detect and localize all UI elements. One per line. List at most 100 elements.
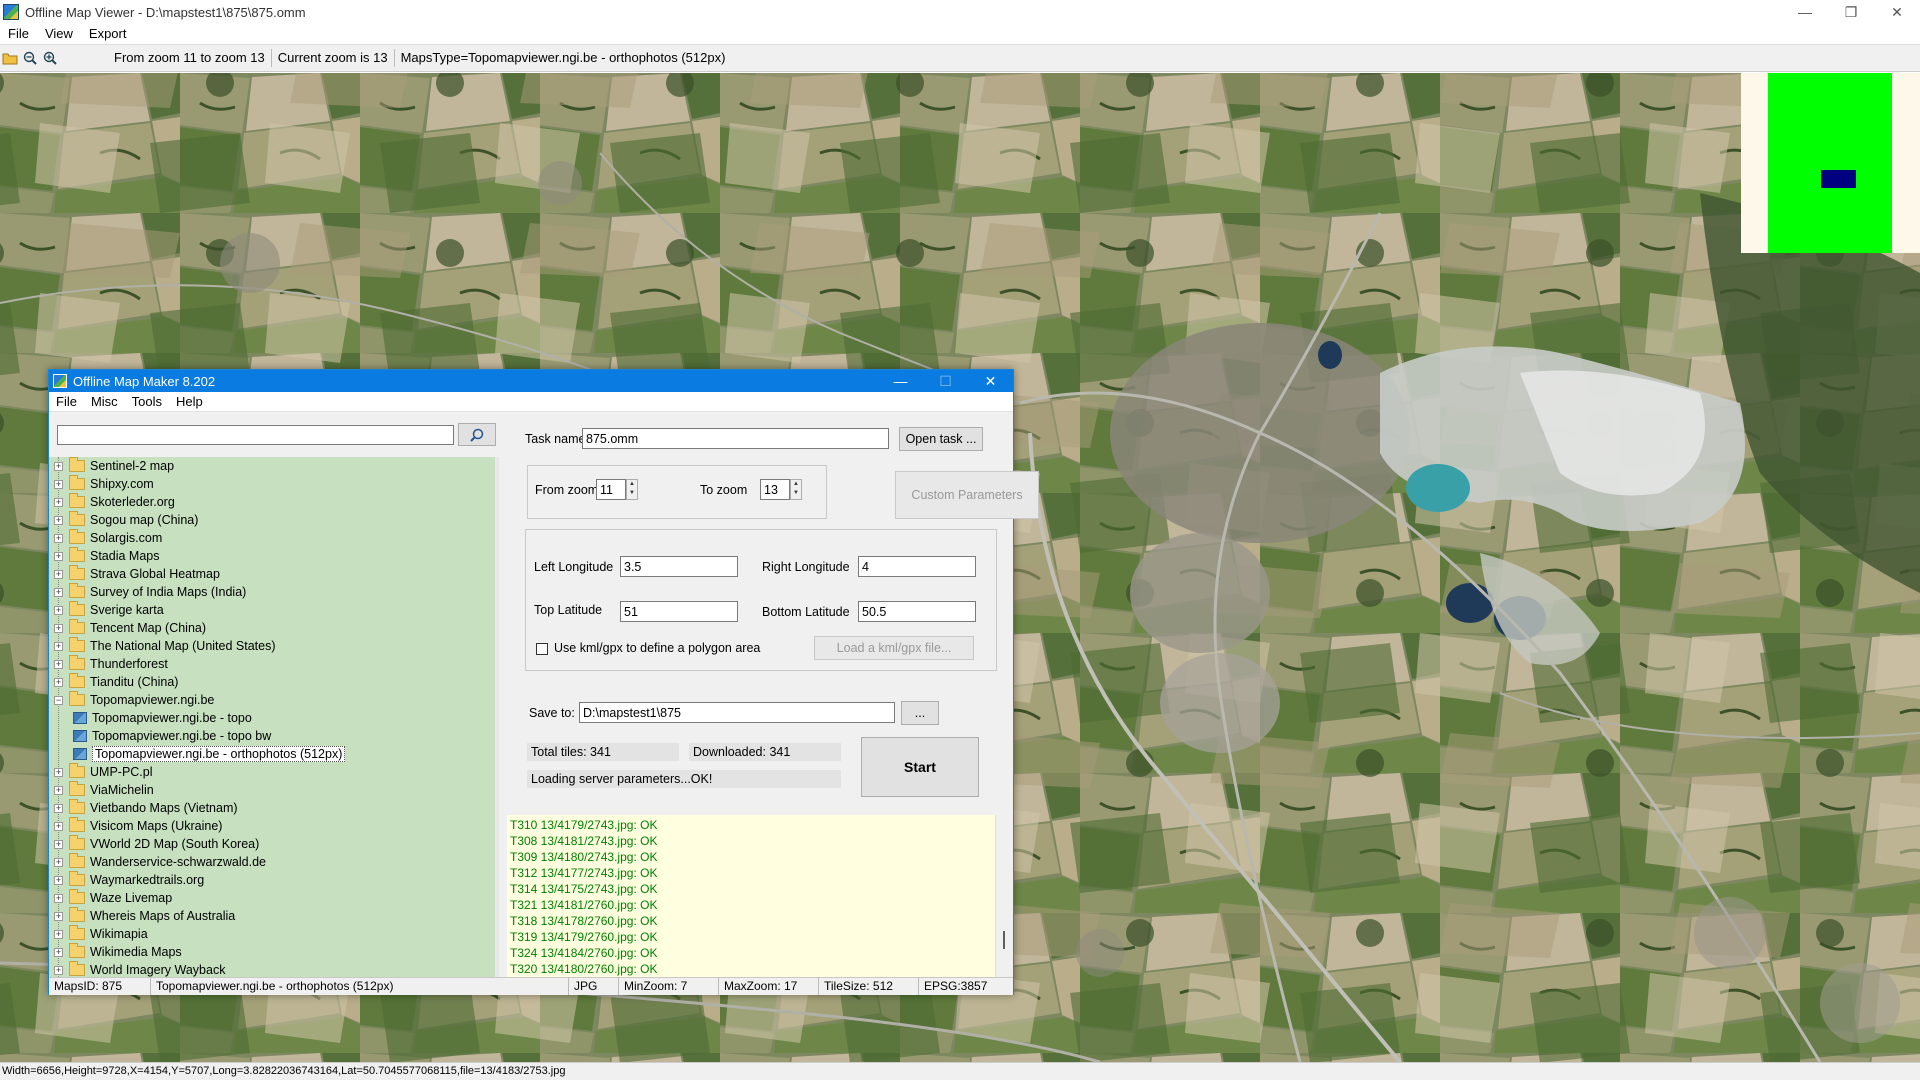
zoom-in-icon[interactable] — [40, 48, 60, 68]
dialog-menu-misc[interactable]: Misc — [84, 394, 125, 409]
dialog-menu-help[interactable]: Help — [169, 394, 210, 409]
expand-icon[interactable]: + — [54, 659, 63, 669]
use-kml-checkbox[interactable] — [536, 643, 548, 655]
from-zoom-input[interactable] — [596, 479, 626, 500]
top-latitude-input[interactable] — [620, 601, 738, 622]
to-zoom-input[interactable] — [760, 479, 790, 500]
search-input[interactable] — [57, 425, 454, 445]
expand-icon[interactable]: + — [54, 929, 63, 939]
expand-icon[interactable]: + — [54, 839, 63, 849]
tree-folder-item[interactable]: + Sverige karta — [49, 601, 495, 619]
expand-icon[interactable]: + — [54, 803, 63, 813]
left-longitude-input[interactable] — [620, 556, 738, 577]
tree-folder-item[interactable]: + Wikimapia — [49, 925, 495, 943]
tree-folder-item[interactable]: + Sentinel-2 map — [49, 457, 495, 475]
tree-scrollbar[interactable] — [495, 457, 499, 977]
restore-button[interactable]: ❐ — [1828, 0, 1874, 24]
tree-folder-item[interactable]: + Vietbando Maps (Vietnam) — [49, 799, 495, 817]
close-button[interactable]: ✕ — [1874, 0, 1920, 24]
dialog-maximize-button[interactable]: ☐ — [923, 370, 968, 392]
map-source-tree[interactable]: + Sentinel-2 map + Shipxy.com + Skoterleder.o… — [49, 457, 495, 977]
right-longitude-input[interactable] — [858, 556, 976, 577]
zoom-out-icon[interactable] — [20, 48, 40, 68]
log-scrollbar[interactable] — [995, 815, 1013, 977]
tree-folder-item[interactable]: + Visicom Maps (Ukraine) — [49, 817, 495, 835]
to-zoom-stepper[interactable]: ▲ ▼ — [790, 479, 802, 500]
tree-folder-item[interactable]: + Waze Livemap — [49, 889, 495, 907]
maps-id-text: MapsID: 875 — [49, 978, 151, 995]
tree-folder-item[interactable]: + ViaMichelin — [49, 781, 495, 799]
expand-icon[interactable]: + — [54, 821, 63, 831]
expand-icon[interactable]: + — [54, 875, 63, 885]
dialog-menu-tools[interactable]: Tools — [125, 394, 169, 409]
search-button[interactable] — [458, 423, 496, 446]
expand-icon[interactable]: + — [54, 857, 63, 867]
expand-icon[interactable]: + — [54, 587, 63, 597]
tree-folder-item[interactable]: + Wanderservice-schwarzwald.de — [49, 853, 495, 871]
tree-folder-item[interactable]: + Sogou map (China) — [49, 511, 495, 529]
expand-icon[interactable]: + — [54, 911, 63, 921]
tree-folder-item[interactable]: + Survey of India Maps (India) — [49, 583, 495, 601]
tree-folder-item[interactable]: + The National Map (United States) — [49, 637, 495, 655]
collapse-icon[interactable]: − — [54, 695, 63, 705]
expand-icon[interactable]: + — [54, 515, 63, 525]
menu-file[interactable]: File — [0, 26, 37, 41]
tree-folder-item[interactable]: + Tianditu (China) — [49, 673, 495, 691]
expand-icon[interactable]: + — [54, 677, 63, 687]
tree-folder-item[interactable]: + Stadia Maps — [49, 547, 495, 565]
from-zoom-stepper[interactable]: ▲ ▼ — [626, 479, 638, 500]
log-line: T312 13/4177/2743.jpg: OK — [510, 866, 658, 880]
dialog-menu-file[interactable]: File — [49, 394, 84, 409]
expand-icon[interactable]: + — [54, 497, 63, 507]
expand-icon[interactable]: + — [54, 623, 63, 633]
tree-map-item[interactable]: Topomapviewer.ngi.be - orthophotos (512p… — [49, 745, 495, 763]
expand-icon[interactable]: + — [54, 947, 63, 957]
tree-folder-item[interactable]: + Strava Global Heatmap — [49, 565, 495, 583]
expand-icon[interactable]: + — [54, 551, 63, 561]
expand-icon[interactable]: + — [54, 641, 63, 651]
task-name-input[interactable] — [582, 428, 889, 449]
expand-icon[interactable]: + — [54, 569, 63, 579]
menu-export[interactable]: Export — [81, 26, 135, 41]
browse-button[interactable]: ... — [901, 701, 939, 725]
start-button[interactable]: Start — [861, 737, 979, 797]
tree-folder-item[interactable]: + Wikimedia Maps — [49, 943, 495, 961]
tree-map-item[interactable]: Topomapviewer.ngi.be - topo bw — [49, 727, 495, 745]
tree-folder-item[interactable]: + Tencent Map (China) — [49, 619, 495, 637]
expand-icon[interactable]: + — [54, 767, 63, 777]
tree-folder-item[interactable]: + World Imagery Wayback — [49, 961, 495, 977]
tree-folder-item[interactable]: + Solargis.com — [49, 529, 495, 547]
expand-icon[interactable]: + — [54, 533, 63, 543]
tree-folder-item[interactable]: + Waymarkedtrails.org — [49, 871, 495, 889]
expand-icon[interactable]: + — [54, 461, 63, 471]
open-folder-icon[interactable] — [0, 48, 20, 68]
dialog-close-button[interactable]: ✕ — [968, 370, 1013, 392]
tree-folder-item[interactable]: − Topomapviewer.ngi.be — [49, 691, 495, 709]
tree-folder-item[interactable]: + UMP-PC.pl — [49, 763, 495, 781]
log-line: T314 13/4175/2743.jpg: OK — [510, 882, 658, 896]
dialog-app-icon — [53, 374, 67, 388]
expand-icon[interactable]: + — [54, 479, 63, 489]
tree-folder-item[interactable]: + VWorld 2D Map (South Korea) — [49, 835, 495, 853]
expand-icon[interactable]: + — [54, 605, 63, 615]
dialog-minimize-button[interactable]: — — [878, 370, 923, 392]
overview-minimap[interactable] — [1741, 73, 1920, 253]
expand-icon[interactable]: + — [54, 785, 63, 795]
tree-folder-item[interactable]: + Thunderforest — [49, 655, 495, 673]
tree-folder-item[interactable]: + Whereis Maps of Australia — [49, 907, 495, 925]
app-icon — [3, 4, 19, 20]
open-task-button[interactable]: Open task ... — [899, 427, 983, 451]
bottom-latitude-input[interactable] — [858, 601, 976, 622]
expand-icon[interactable]: + — [54, 893, 63, 903]
tree-folder-item[interactable]: + Skoterleder.org — [49, 493, 495, 511]
save-to-input[interactable] — [579, 702, 895, 723]
tree-folder-item[interactable]: + Shipxy.com — [49, 475, 495, 493]
overview-viewport[interactable] — [1821, 170, 1856, 188]
load-kml-button[interactable]: Load a kml/gpx file... — [814, 636, 974, 660]
minimize-button[interactable]: — — [1782, 0, 1828, 24]
custom-parameters-button[interactable]: Custom Parameters — [895, 471, 1039, 519]
download-log[interactable]: T310 13/4179/2743.jpg: OK T308 13/4181/27… — [507, 815, 995, 977]
expand-icon[interactable]: + — [54, 965, 63, 975]
tree-map-item[interactable]: Topomapviewer.ngi.be - topo — [49, 709, 495, 727]
menu-view[interactable]: View — [37, 26, 81, 41]
